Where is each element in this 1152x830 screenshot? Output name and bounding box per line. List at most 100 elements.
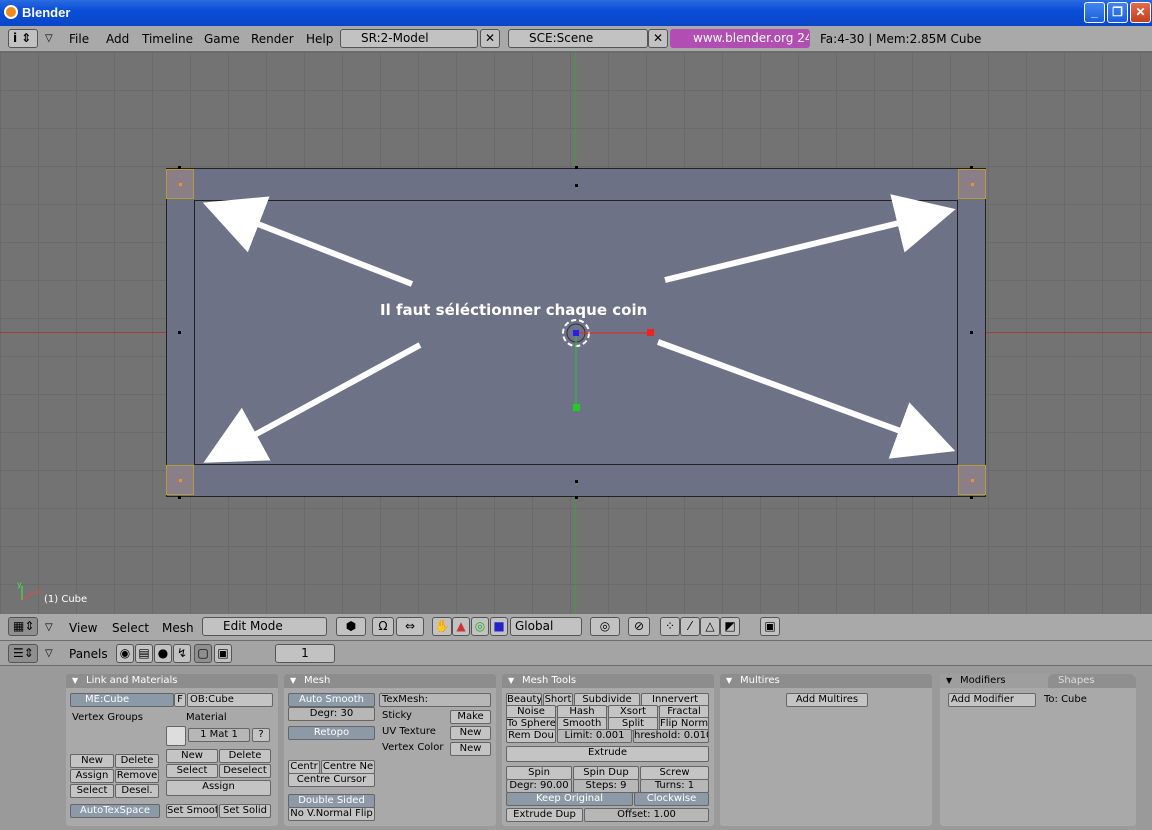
add-modifier-button[interactable]: Add Modifier: [948, 693, 1036, 707]
script-context-icon[interactable]: ▤: [135, 644, 153, 663]
menu-game[interactable]: Game: [204, 31, 240, 47]
menu-render[interactable]: Render: [251, 31, 294, 47]
material-index-field[interactable]: 1 Mat 1: [188, 728, 250, 742]
scene-context-icon[interactable]: ▣: [214, 644, 232, 663]
limit-field[interactable]: Limit: 0.001: [557, 729, 632, 743]
manipulator-y-handle[interactable]: [573, 404, 580, 411]
retopo-toggle[interactable]: Retopo: [288, 726, 375, 740]
editing-context-icon[interactable]: ▢: [194, 644, 212, 663]
vgroup-remove-button[interactable]: Remove: [115, 769, 159, 783]
texmesh-field[interactable]: TexMesh:: [379, 693, 491, 707]
menu-file[interactable]: File: [69, 31, 89, 47]
3d-viewport[interactable]: x y Il faut séléctionner chaque coin (1)…: [0, 52, 1152, 614]
add-multires-button[interactable]: Add Multires: [786, 693, 868, 707]
manipulator-z-handle[interactable]: [573, 330, 579, 336]
maximize-button[interactable]: ❐: [1107, 2, 1128, 23]
object-datablock-field[interactable]: OB:Cube: [187, 693, 273, 707]
snap-icon[interactable]: ⊘: [628, 617, 650, 636]
editor-type-info-icon[interactable]: i ⇕: [8, 29, 38, 48]
collapse-arrow-icon[interactable]: ▽: [45, 31, 53, 47]
uv-texture-new-button[interactable]: New: [450, 726, 491, 740]
mode-selector[interactable]: Edit Mode: [202, 617, 327, 636]
screen-delete-icon[interactable]: ✕: [480, 29, 500, 48]
rotate-icon[interactable]: ◎: [471, 617, 489, 636]
collapse-arrow-icon[interactable]: ▽: [45, 620, 53, 636]
translate-icon[interactable]: ▲: [452, 617, 470, 636]
vgroup-deselect-button[interactable]: Desel.: [115, 784, 159, 798]
auto-smooth-degree-field[interactable]: Degr: 30: [288, 707, 375, 721]
manipulator-x-handle[interactable]: [647, 329, 654, 336]
menu-timeline[interactable]: Timeline: [142, 31, 193, 47]
editor-type-buttons-icon[interactable]: ☰⇕: [8, 644, 38, 663]
panel-title[interactable]: Multires: [720, 674, 932, 688]
menu-mesh[interactable]: Mesh: [162, 620, 194, 636]
sticky-make-button[interactable]: Make: [450, 710, 491, 724]
no-vnormal-flip-toggle[interactable]: No V.Normal Flip: [288, 807, 375, 821]
centre-new-button[interactable]: Centre Ne: [321, 760, 375, 774]
menu-select[interactable]: Select: [112, 620, 149, 636]
tab-shapes[interactable]: Shapes: [1048, 674, 1136, 688]
spin-steps-field[interactable]: Steps: 9: [573, 779, 639, 793]
shading-context-icon[interactable]: ●: [154, 644, 172, 663]
vgroup-new-button[interactable]: New: [70, 754, 114, 768]
logic-context-icon[interactable]: ◉: [116, 644, 134, 663]
scale-icon[interactable]: ■: [490, 617, 508, 636]
minimize-button[interactable]: _: [1084, 2, 1105, 23]
blender-url-link[interactable]: www.blender.org 243: [670, 29, 810, 48]
auto-smooth-toggle[interactable]: Auto Smooth: [288, 693, 375, 707]
vgroup-delete-button[interactable]: Delete: [115, 754, 159, 768]
double-sided-toggle[interactable]: Double Sided: [288, 794, 375, 808]
vertex-select-icon[interactable]: ⁘: [660, 617, 680, 636]
centre-cursor-button[interactable]: Centre Cursor: [288, 773, 375, 787]
frame-field[interactable]: 1: [275, 644, 335, 663]
panel-title[interactable]: Link and Materials: [66, 674, 278, 688]
panel-title[interactable]: Mesh: [284, 674, 496, 688]
spin-button[interactable]: Spin: [506, 766, 572, 780]
material-delete-button[interactable]: Delete: [219, 749, 271, 763]
screw-button[interactable]: Screw: [640, 766, 709, 780]
vertex-color-new-button[interactable]: New: [450, 742, 491, 756]
orientation-selector[interactable]: Global: [510, 617, 582, 636]
layers-icon[interactable]: ⇔: [396, 617, 424, 636]
face-select-icon[interactable]: △: [700, 617, 720, 636]
fake-user-button[interactable]: F: [174, 693, 186, 707]
hand-manipulator-icon[interactable]: ✋: [432, 617, 452, 636]
offset-field[interactable]: Offset: 1.00: [584, 808, 709, 822]
set-solid-button[interactable]: Set Solid: [219, 804, 271, 818]
collapse-arrow-icon[interactable]: ▽: [45, 646, 53, 662]
remove-doubles-button[interactable]: Rem Dou: [506, 729, 556, 743]
extrude-dup-button[interactable]: Extrude Dup: [506, 808, 583, 822]
vgroup-select-button[interactable]: Select: [70, 784, 114, 798]
material-color-swatch[interactable]: [166, 726, 186, 746]
pivot-icon[interactable]: Ω: [372, 617, 394, 636]
close-button[interactable]: ✕: [1130, 2, 1151, 23]
vgroup-assign-button[interactable]: Assign: [70, 769, 114, 783]
keep-original-toggle[interactable]: Keep Original: [506, 792, 633, 806]
screen-selector[interactable]: SR:2-Model: [340, 29, 478, 48]
occlude-geometry-icon[interactable]: ◩: [720, 617, 740, 636]
spin-dup-button[interactable]: Spin Dup: [573, 766, 639, 780]
panel-title[interactable]: Mesh Tools: [502, 674, 714, 688]
edge-select-icon[interactable]: ⁄: [680, 617, 700, 636]
material-assign-button[interactable]: Assign: [166, 780, 271, 796]
menu-add[interactable]: Add: [106, 31, 129, 47]
draw-type-icon[interactable]: ⬢: [336, 617, 366, 636]
mesh-datablock-field[interactable]: ME:Cube: [70, 693, 174, 707]
render-icon[interactable]: ▣: [760, 617, 780, 636]
scene-delete-icon[interactable]: ✕: [648, 29, 668, 48]
object-context-icon[interactable]: ↯: [173, 644, 191, 663]
material-select-button[interactable]: Select: [166, 764, 218, 778]
extrude-button[interactable]: Extrude: [506, 746, 709, 762]
centre-button[interactable]: Centr: [288, 760, 320, 774]
screw-turns-field[interactable]: Turns: 1: [640, 779, 709, 793]
threshold-field[interactable]: hreshold: 0.010: [633, 729, 709, 743]
scene-selector[interactable]: SCE:Scene: [508, 29, 648, 48]
material-new-button[interactable]: New: [166, 749, 218, 763]
material-help-button[interactable]: ?: [252, 728, 270, 742]
set-smooth-button[interactable]: Set Smoot: [166, 804, 218, 818]
clockwise-toggle[interactable]: Clockwise: [634, 792, 709, 806]
proportional-edit-icon[interactable]: ◎: [590, 617, 620, 636]
spin-degree-field[interactable]: Degr: 90.00: [506, 779, 572, 793]
editor-type-grid-icon[interactable]: ▦⇕: [8, 617, 38, 636]
menu-view[interactable]: View: [69, 620, 97, 636]
